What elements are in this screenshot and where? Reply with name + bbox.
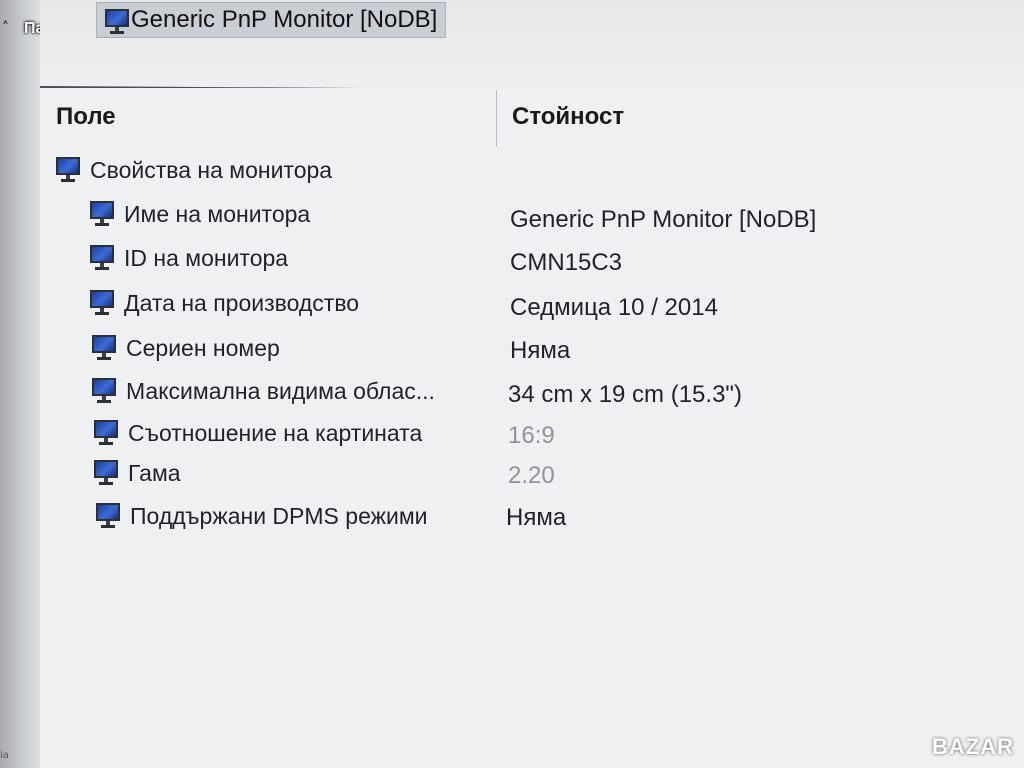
selected-tree-node[interactable]: Generic PnP Monitor [NoDB] [96,2,447,38]
row-value: Няма [510,337,571,364]
monitor-icon [54,156,84,184]
monitor-icon [88,289,118,317]
monitor-icon [88,244,118,272]
row-value: Generic PnP Monitor [NoDB] [510,206,817,233]
table-row[interactable]: Сериен номер [90,328,280,368]
monitor-icon [88,200,118,228]
brand-watermark: BAZAR [932,734,1014,759]
row-field: Име на монитора [124,200,311,227]
title-area: Generic PnP Monitor [NoDB] [40,0,1024,88]
row-field: Гама [128,459,181,486]
column-header-value[interactable]: Стойност [512,88,624,146]
row-value: Няма [506,504,567,531]
table-row[interactable]: Име на монитора [88,194,310,234]
row-value: CMN15C3 [510,249,623,276]
monitor-icon [92,419,122,447]
group-label: Свойства на монитора [90,156,333,183]
row-field: Поддържани DPMS режими [130,502,428,529]
selected-node-label: Generic PnP Monitor [NoDB] [131,6,438,33]
table-row[interactable]: ID на монитора [88,238,288,278]
table-row[interactable]: Гама [92,453,181,493]
row-value: 34 cm x 19 cm (15.3") [508,381,742,408]
properties-table: Поле Стойност Свойства на монитора Име н… [40,88,1024,768]
parent-window-edge: ˄ ia [0,0,40,768]
row-field: Дата на производство [124,289,360,316]
monitor-icon [103,8,133,36]
column-separator[interactable] [496,90,497,146]
monitor-icon [94,502,124,530]
table-row[interactable]: Максимална видима облас... [90,371,435,411]
monitor-icon [90,334,120,362]
monitor-icon [90,377,120,405]
table-row[interactable]: Съотношение на картината [92,413,422,453]
row-field: Съотношение на картината [128,419,423,446]
row-field: Сериен номер [126,334,280,361]
monitor-icon [92,459,122,487]
row-field: Максимална видима облас... [126,377,435,404]
group-row[interactable]: Свойства на монитора [54,150,332,190]
row-value: Седмица 10 / 2014 [510,294,718,321]
row-value: 2.20 [508,462,555,489]
table-row[interactable]: Дата на производство [88,283,359,323]
edge-text-fragment: ia [0,750,9,761]
caret-up-icon[interactable]: ˄ [2,20,9,36]
table-row[interactable]: Поддържани DPMS режими [94,496,428,536]
row-value: 16:9 [508,422,555,449]
row-field: ID на монитора [124,244,289,271]
column-header-field[interactable]: Поле [56,88,116,146]
